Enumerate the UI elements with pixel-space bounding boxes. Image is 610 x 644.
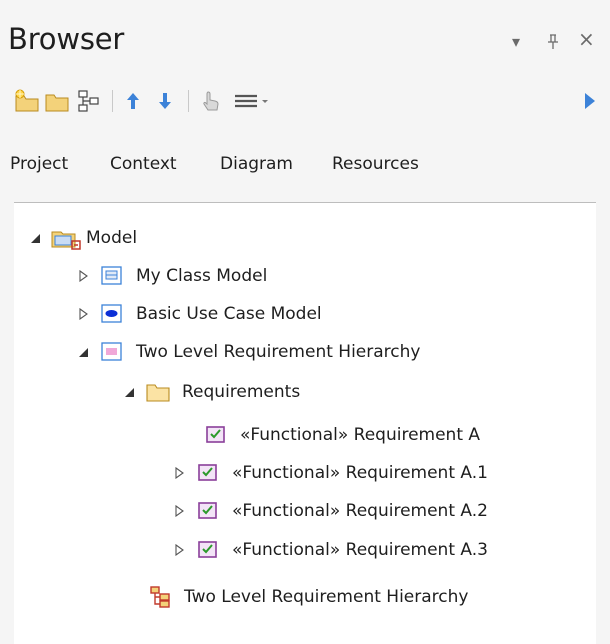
tree-label: «Functional» Requirement A — [240, 425, 481, 445]
close-button[interactable]: × — [578, 29, 595, 49]
toolbar — [0, 80, 610, 120]
tree-node-model[interactable]: Model — [26, 221, 137, 255]
move-down-button[interactable] — [152, 88, 178, 114]
requirement-check-icon — [194, 499, 222, 523]
new-package-icon — [15, 89, 39, 112]
project-tree: Model My Class Model Basic Use Case Mode… — [14, 203, 596, 644]
requirement-check-icon — [202, 423, 230, 447]
pin-button[interactable] — [546, 34, 560, 53]
tree-node-class-model[interactable]: My Class Model — [74, 259, 267, 293]
requirement-check-icon — [194, 461, 222, 485]
tree-label: Two Level Requirement Hierarchy — [184, 587, 469, 607]
tree-node-requirement-a1[interactable]: «Functional» Requirement A.1 — [170, 456, 488, 490]
tree-label: Model — [86, 228, 138, 248]
tree-node-requirements-folder[interactable]: Requirements — [120, 375, 300, 409]
tree-label: Basic Use Case Model — [136, 304, 322, 324]
requirement-diagram-icon — [146, 585, 174, 609]
no-expander — [178, 426, 196, 444]
hand-pointer-icon — [203, 91, 219, 111]
tab-context[interactable]: Context — [110, 154, 177, 174]
requirement-check-icon — [194, 538, 222, 562]
tree-node-hierarchy-diagram[interactable]: Two Level Requirement Hierarchy — [132, 580, 468, 614]
window-title: Browser — [8, 22, 125, 56]
collapsed-triangle-icon[interactable] — [170, 541, 188, 559]
toolbar-separator — [112, 90, 113, 112]
tree-node-use-case-model[interactable]: Basic Use Case Model — [74, 297, 322, 331]
collapsed-triangle-icon[interactable] — [74, 267, 92, 285]
tree-label: «Functional» Requirement A.2 — [232, 501, 488, 521]
browser-window: Browser ▾ × Project Context Diagram Reso… — [0, 0, 610, 644]
window-menu-button[interactable]: ▾ — [512, 34, 520, 50]
expanded-triangle-icon[interactable] — [74, 343, 92, 361]
model-root-icon — [50, 226, 84, 250]
browser-menu-button[interactable] — [232, 88, 272, 114]
expanded-triangle-icon[interactable] — [26, 229, 44, 247]
pin-icon — [548, 34, 558, 49]
expanded-triangle-icon[interactable] — [120, 383, 138, 401]
new-folder-button[interactable] — [44, 88, 70, 114]
tab-project[interactable]: Project — [10, 154, 68, 174]
new-diagram-button[interactable] — [76, 88, 102, 114]
tree-node-requirement-a[interactable]: «Functional» Requirement A — [178, 418, 480, 452]
view-tabs: Project Context Diagram Resources — [0, 150, 610, 190]
title-bar: Browser ▾ × — [0, 0, 610, 64]
tree-label: Requirements — [182, 382, 301, 402]
locate-button[interactable] — [198, 88, 224, 114]
diagram-icon — [78, 90, 99, 112]
new-package-button[interactable] — [14, 88, 40, 114]
tab-resources[interactable]: Resources — [332, 154, 419, 174]
use-case-package-icon — [98, 302, 126, 326]
toolbar-separator — [188, 90, 189, 112]
tree-label: Two Level Requirement Hierarchy — [136, 342, 421, 362]
folder-icon — [45, 94, 69, 112]
folder-icon — [144, 380, 172, 404]
class-package-icon — [98, 264, 126, 288]
no-expander — [132, 588, 142, 606]
tree-label: My Class Model — [136, 266, 268, 286]
move-down-icon — [159, 93, 171, 109]
tree-node-requirement-a3[interactable]: «Functional» Requirement A.3 — [170, 533, 488, 567]
expand-toolbar-button[interactable] — [580, 88, 600, 114]
move-up-icon — [127, 93, 139, 109]
collapsed-triangle-icon[interactable] — [170, 464, 188, 482]
move-up-button[interactable] — [120, 88, 146, 114]
expand-arrow-icon — [585, 93, 595, 109]
tree-node-requirement-a2[interactable]: «Functional» Requirement A.2 — [170, 494, 488, 528]
requirement-package-icon — [98, 340, 126, 364]
tree-label: «Functional» Requirement A.1 — [232, 463, 488, 483]
menu-icon — [235, 94, 268, 108]
collapsed-triangle-icon[interactable] — [74, 305, 92, 323]
collapsed-triangle-icon[interactable] — [170, 502, 188, 520]
tree-label: «Functional» Requirement A.3 — [232, 540, 488, 560]
tab-diagram[interactable]: Diagram — [220, 154, 293, 174]
tree-node-requirement-hierarchy[interactable]: Two Level Requirement Hierarchy — [74, 335, 420, 369]
